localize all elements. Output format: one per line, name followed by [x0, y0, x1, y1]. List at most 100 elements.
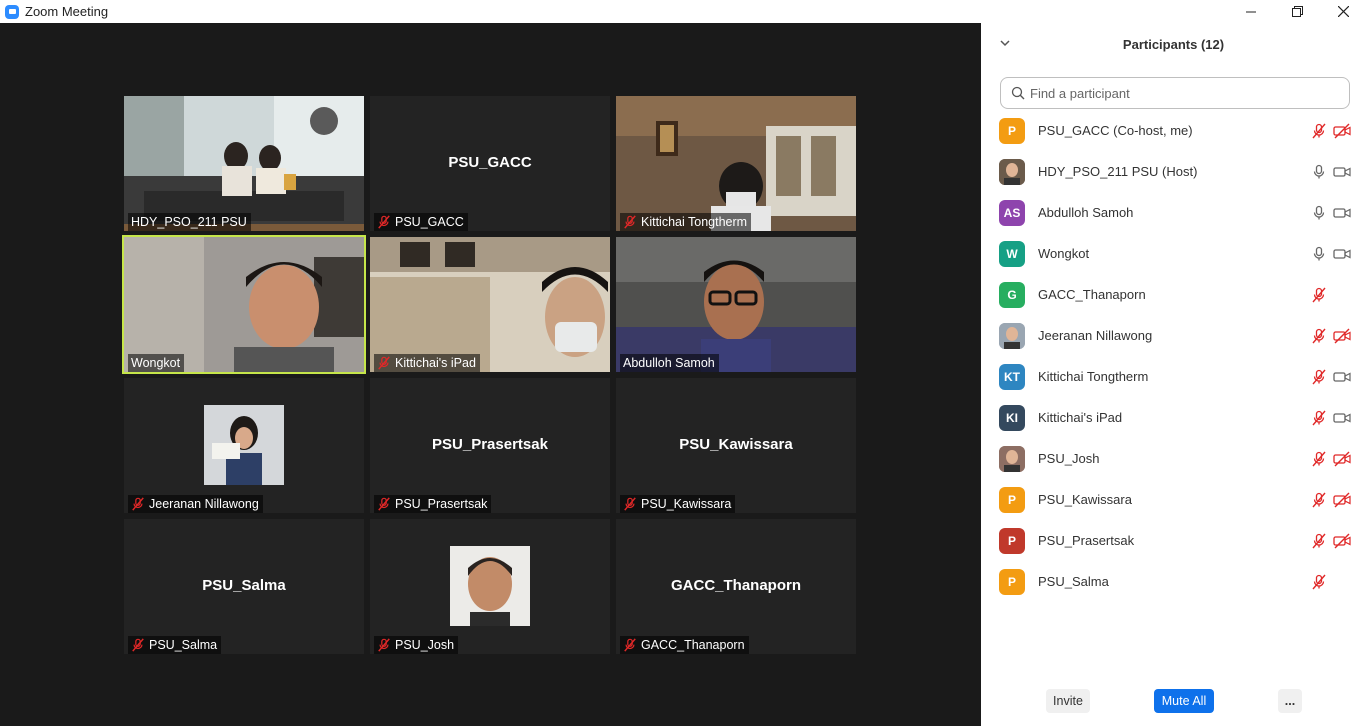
mic-muted-icon: [378, 215, 390, 229]
video-icon[interactable]: [1333, 205, 1351, 221]
video-tile[interactable]: Wongkot: [122, 235, 366, 374]
mic-muted-icon[interactable]: [1311, 533, 1327, 549]
tile-name-tag: PSU_Kawissara: [620, 495, 736, 513]
invite-button[interactable]: Invite: [1046, 689, 1090, 713]
participant-row[interactable]: KT Kittichai Tongtherm: [981, 356, 1366, 397]
tile-name-tag: PSU_Prasertsak: [374, 495, 492, 513]
video-off-icon[interactable]: [1333, 328, 1351, 344]
participant-row[interactable]: AS Abdulloh Samoh: [981, 192, 1366, 233]
mic-muted-icon[interactable]: [1311, 451, 1327, 467]
mic-muted-icon: [132, 497, 144, 511]
tile-name-label: PSU_GACC: [395, 215, 464, 229]
mic-muted-icon[interactable]: [1311, 369, 1327, 385]
tile-name-label: Kittichai's iPad: [395, 356, 476, 370]
participant-name: Kittichai's iPad: [1038, 410, 1123, 425]
participant-row[interactable]: P PSU_GACC (Co-host, me): [981, 110, 1366, 151]
mic-muted-icon[interactable]: [1311, 410, 1327, 426]
tile-name-label: PSU_Josh: [395, 638, 455, 652]
minimize-icon[interactable]: [1228, 0, 1274, 23]
video-icon[interactable]: [1333, 410, 1351, 426]
participant-avatar: [999, 322, 1025, 349]
participant-row[interactable]: P PSU_Kawissara: [981, 479, 1366, 520]
participant-name: Wongkot: [1038, 246, 1090, 261]
video-tile[interactable]: PSU_Kawissara PSU_Kawissara: [616, 378, 856, 513]
participant-avatar: P: [999, 486, 1025, 513]
mic-muted-icon[interactable]: [1311, 328, 1327, 344]
tile-display-name: PSU_Salma: [202, 577, 286, 594]
video-tile[interactable]: PSU_GACC PSU_GACC: [370, 96, 610, 231]
video-tile[interactable]: Jeeranan Nillawong: [124, 378, 364, 513]
video-tile[interactable]: PSU_Josh: [370, 519, 610, 654]
participant-avatar: KI: [999, 404, 1025, 431]
participant-name: PSU_Prasertsak: [1038, 533, 1135, 548]
search-input[interactable]: [1030, 85, 1330, 101]
participant-search[interactable]: [1000, 77, 1350, 109]
video-icon[interactable]: [1333, 369, 1351, 385]
participant-name: Abdulloh Samoh: [1038, 205, 1134, 220]
tile-display-name: PSU_GACC: [448, 154, 532, 171]
mic-icon[interactable]: [1311, 164, 1327, 180]
video-tile[interactable]: Abdulloh Samoh: [616, 237, 856, 372]
mic-muted-icon[interactable]: [1311, 574, 1327, 590]
participant-avatar: P: [999, 568, 1025, 595]
participant-row[interactable]: Jeeranan Nillawong: [981, 315, 1366, 356]
participant-avatar: W: [999, 240, 1025, 267]
video-tile[interactable]: Kittichai's iPad: [370, 237, 610, 372]
video-tile[interactable]: PSU_Prasertsak PSU_Prasertsak: [370, 378, 610, 513]
mic-muted-icon: [378, 497, 390, 511]
tile-name-label: GACC_Thanaporn: [641, 638, 745, 652]
participant-row[interactable]: HDY_PSO_211 PSU (Host): [981, 151, 1366, 192]
participant-avatar: G: [999, 281, 1025, 308]
participant-name: Kittichai Tongtherm: [1038, 369, 1149, 384]
participant-row[interactable]: P PSU_Prasertsak: [981, 520, 1366, 561]
video-icon[interactable]: [1333, 164, 1351, 180]
tile-display-name: PSU_Prasertsak: [432, 436, 548, 453]
video-gallery: HDY_PSO_211 PSU PSU_GACC PSU_GACC Kittichai…: [0, 23, 981, 726]
close-icon[interactable]: [1320, 0, 1366, 23]
participant-row[interactable]: W Wongkot: [981, 233, 1366, 274]
window-controls: [1228, 0, 1366, 23]
video-tile[interactable]: HDY_PSO_211 PSU: [124, 96, 364, 231]
tile-name-tag: PSU_GACC: [374, 213, 468, 231]
participant-name: PSU_GACC (Co-host, me): [1038, 123, 1193, 138]
mic-muted-icon[interactable]: [1311, 492, 1327, 508]
video-off-icon[interactable]: [1333, 492, 1351, 508]
tile-name-label: PSU_Prasertsak: [395, 497, 488, 511]
mic-icon[interactable]: [1311, 205, 1327, 221]
tile-name-label: PSU_Kawissara: [641, 497, 732, 511]
video-off-icon[interactable]: [1333, 451, 1351, 467]
tile-name-tag: Wongkot: [128, 354, 185, 372]
more-options-button[interactable]: ...: [1278, 689, 1302, 713]
video-tile[interactable]: PSU_Salma PSU_Salma: [124, 519, 364, 654]
tile-name-label: HDY_PSO_211 PSU: [131, 215, 247, 229]
participants-header: Participants (12): [981, 33, 1366, 57]
participant-avatar: [999, 158, 1025, 185]
mic-muted-icon: [378, 356, 390, 370]
video-tile[interactable]: Kittichai Tongtherm: [616, 96, 856, 231]
participants-footer: Invite Mute All ...: [981, 676, 1366, 726]
participant-row[interactable]: KI Kittichai's iPad: [981, 397, 1366, 438]
participant-name: PSU_Kawissara: [1038, 492, 1132, 507]
restore-icon[interactable]: [1274, 0, 1320, 23]
participant-row[interactable]: G GACC_Thanaporn: [981, 274, 1366, 315]
participant-row[interactable]: P PSU_Salma: [981, 561, 1366, 602]
video-feed: [616, 237, 856, 372]
participant-name: GACC_Thanaporn: [1038, 287, 1146, 302]
video-off-icon[interactable]: [1333, 533, 1351, 549]
tile-name-label: Abdulloh Samoh: [623, 356, 715, 370]
mic-muted-icon[interactable]: [1311, 287, 1327, 303]
participant-row[interactable]: PSU_Josh: [981, 438, 1366, 479]
mute-all-button[interactable]: Mute All: [1154, 689, 1214, 713]
mic-icon[interactable]: [1311, 246, 1327, 262]
zoom-logo-icon: [5, 4, 19, 19]
participant-avatar: P: [999, 117, 1025, 144]
participant-name: HDY_PSO_211 PSU (Host): [1038, 164, 1198, 179]
video-off-icon[interactable]: [1333, 123, 1351, 139]
mic-muted-icon[interactable]: [1311, 123, 1327, 139]
tile-display-name: PSU_Kawissara: [679, 436, 793, 453]
tile-name-label: PSU_Salma: [149, 638, 218, 652]
video-tile[interactable]: GACC_Thanaporn GACC_Thanaporn: [616, 519, 856, 654]
profile-photo: [204, 405, 284, 485]
video-icon[interactable]: [1333, 246, 1351, 262]
participant-avatar: [999, 445, 1025, 472]
